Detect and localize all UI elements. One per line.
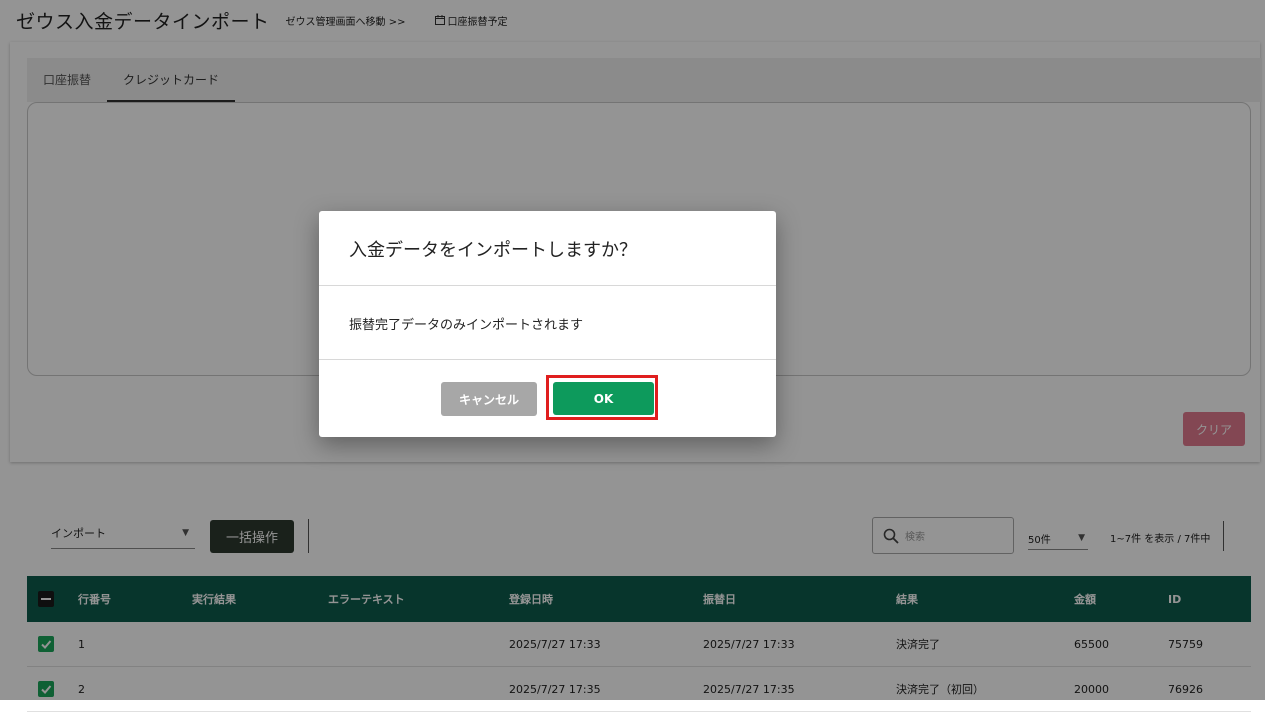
- dialog-title: 入金データをインポートしますか？: [349, 240, 637, 261]
- dialog-divider: [319, 285, 776, 286]
- dialog-divider: [319, 359, 776, 360]
- cancel-button[interactable]: キャンセル: [441, 382, 537, 416]
- ok-button[interactable]: OK: [553, 382, 654, 415]
- dialog-message: 振替完了データのみインポートされます: [349, 318, 584, 333]
- confirm-dialog: 入金データをインポートしますか？ 振替完了データのみインポートされます キャンセ…: [319, 211, 776, 437]
